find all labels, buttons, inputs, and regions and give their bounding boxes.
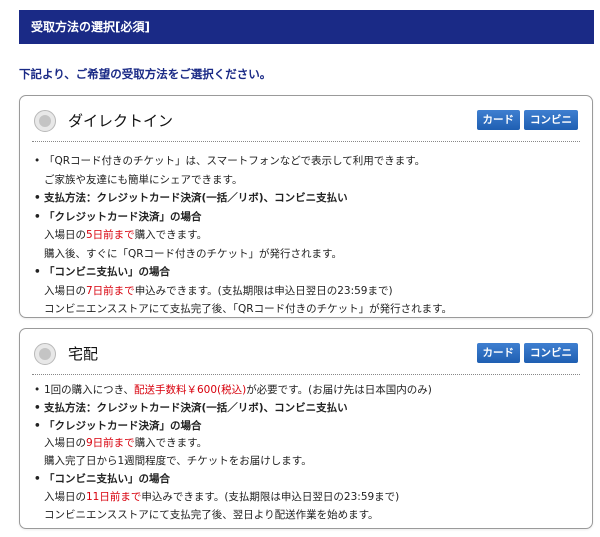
- option-direct-in-details: • 「QRコード付きのチケット」は、スマートフォンなどで表示して利用できます。 ご…: [34, 152, 580, 319]
- deadline-highlight: 11日前まで: [86, 490, 142, 503]
- detail-text: 入場日の: [44, 490, 86, 503]
- detail-line: 入場日の11日前まで申込みできます。(支払期限は申込日翌日の23:59まで): [34, 489, 580, 507]
- detail-line: 購入後、すぐに「QRコード付きのチケット」が発行されます。: [34, 245, 580, 264]
- section-title: 受取方法の選択[必須]: [31, 20, 150, 34]
- bullet-icon: •: [34, 266, 41, 278]
- conveni-badge: コンビニ: [524, 343, 578, 363]
- credit-card-heading: 「クレジットカード決済」の場合: [44, 210, 202, 223]
- detail-line: 入場日の7日前まで申込みできます。(支払期限は申込日翌日の23:59まで): [34, 282, 580, 301]
- bullet-icon: •: [34, 384, 41, 396]
- option-home-delivery-title: 宅配: [68, 345, 99, 363]
- detail-line: • 支払方法：クレジットカード決済(一括／リボ)、コンビニ支払い: [34, 189, 580, 208]
- deadline-highlight: 7日前まで: [86, 284, 135, 297]
- detail-text: 申込みできます。(支払期限は申込日翌日の23:59まで): [134, 284, 393, 297]
- card-badge: カード: [476, 110, 520, 130]
- detail-line: 入場日の5日前まで購入できます。: [34, 226, 580, 245]
- detail-text: 申込みできます。(支払期限は申込日翌日の23:59まで): [141, 490, 400, 503]
- conveni-badge: コンビニ: [524, 110, 578, 130]
- detail-text: 購入できます。: [134, 229, 208, 241]
- option-direct-in-header[interactable]: ダイレクトイン カード コンビニ: [32, 96, 580, 142]
- detail-text: が必要です。(お届け先は日本国内のみ): [246, 384, 432, 396]
- radio-button-home-delivery[interactable]: [34, 343, 56, 365]
- payment-badges: カード コンビニ: [476, 110, 578, 130]
- detail-line: • 「クレジットカード決済」の場合: [34, 208, 580, 227]
- detail-line: • 「コンビニ支払い」の場合: [34, 263, 580, 282]
- bullet-icon: •: [34, 210, 41, 223]
- bullet-icon: •: [34, 419, 41, 432]
- detail-line: • 「クレジットカード決済」の場合: [34, 418, 580, 436]
- detail-line: ご家族や友達にも簡単にシェアできます。: [34, 171, 580, 190]
- detail-line: コンビニエンスストアにて支払完了後、翌日より配送作業を始めます。: [34, 507, 580, 525]
- conveni-heading: 「コンビニ支払い」の場合: [44, 472, 170, 485]
- detail-line: • 支払方法：クレジットカード決済(一括／リボ)、コンビニ支払い: [34, 400, 580, 418]
- card-badge: カード: [476, 343, 520, 363]
- deadline-highlight: 5日前まで: [86, 229, 135, 241]
- detail-text: 1回の購入につき、: [44, 384, 134, 396]
- option-home-delivery-details: • 1回の購入につき、配送手数料￥600(税込)が必要です。(お届け先は日本国内の…: [34, 382, 580, 524]
- detail-line: コンビニエンスストアにて支払完了後、「QRコード付きのチケット」が発行されます。: [34, 300, 580, 319]
- option-direct-in[interactable]: ダイレクトイン カード コンビニ • 「QRコード付きのチケット」は、スマートフォ…: [19, 95, 593, 318]
- detail-text: 購入完了日から1週間程度で、チケットをお届けします。: [44, 455, 312, 468]
- detail-text: 購入できます。: [134, 437, 208, 450]
- bullet-icon: •: [34, 192, 41, 204]
- detail-text: 「QRコード付きのチケット」は、スマートフォンなどで表示して利用できます。: [44, 155, 426, 167]
- credit-card-heading: 「クレジットカード決済」の場合: [44, 419, 202, 432]
- detail-line: • 1回の購入につき、配送手数料￥600(税込)が必要です。(お届け先は日本国内の…: [34, 382, 580, 400]
- payment-badges: カード コンビニ: [476, 343, 578, 363]
- detail-line: • 「コンビニ支払い」の場合: [34, 471, 580, 489]
- bullet-icon: •: [34, 401, 41, 414]
- instruction-text: 下記より、ご希望の受取方法をご選択ください。: [19, 67, 272, 81]
- detail-text: 購入後、すぐに「QRコード付きのチケット」が発行されます。: [44, 247, 343, 260]
- conveni-heading: 「コンビニ支払い」の場合: [44, 266, 170, 278]
- bullet-icon: •: [34, 472, 41, 485]
- detail-line: • 「QRコード付きのチケット」は、スマートフォンなどで表示して利用できます。: [34, 152, 580, 171]
- shipping-fee-highlight: 配送手数料￥600(税込): [133, 384, 247, 396]
- detail-text: コンビニエンスストアにて支払完了後、「QRコード付きのチケット」が発行されます。: [44, 303, 453, 315]
- detail-line: 入場日の9日前まで購入できます。: [34, 435, 580, 453]
- detail-text: 入場日の: [44, 284, 86, 297]
- option-home-delivery-header[interactable]: 宅配 カード コンビニ: [32, 329, 580, 375]
- option-home-delivery[interactable]: 宅配 カード コンビニ • 1回の購入につき、配送手数料￥600(税込)が必要です…: [19, 328, 593, 529]
- detail-text: ご家族や友達にも簡単にシェアできます。: [44, 173, 243, 186]
- detail-text: 入場日の: [44, 437, 86, 450]
- detail-text: コンビニエンスストアにて支払完了後、翌日より配送作業を始めます。: [44, 508, 379, 521]
- deadline-highlight: 9日前まで: [86, 437, 135, 450]
- payment-methods-text: 支払方法：クレジットカード決済(一括／リボ)、コンビニ支払い: [44, 401, 348, 414]
- section-header: 受取方法の選択[必須]: [19, 10, 594, 44]
- detail-text: 入場日の: [44, 229, 86, 241]
- bullet-icon: •: [34, 155, 41, 167]
- detail-line: 購入完了日から1週間程度で、チケットをお届けします。: [34, 453, 580, 471]
- radio-button-direct-in[interactable]: [34, 110, 56, 132]
- payment-methods-text: 支払方法：クレジットカード決済(一括／リボ)、コンビニ支払い: [44, 192, 348, 204]
- option-direct-in-title: ダイレクトイン: [68, 112, 174, 130]
